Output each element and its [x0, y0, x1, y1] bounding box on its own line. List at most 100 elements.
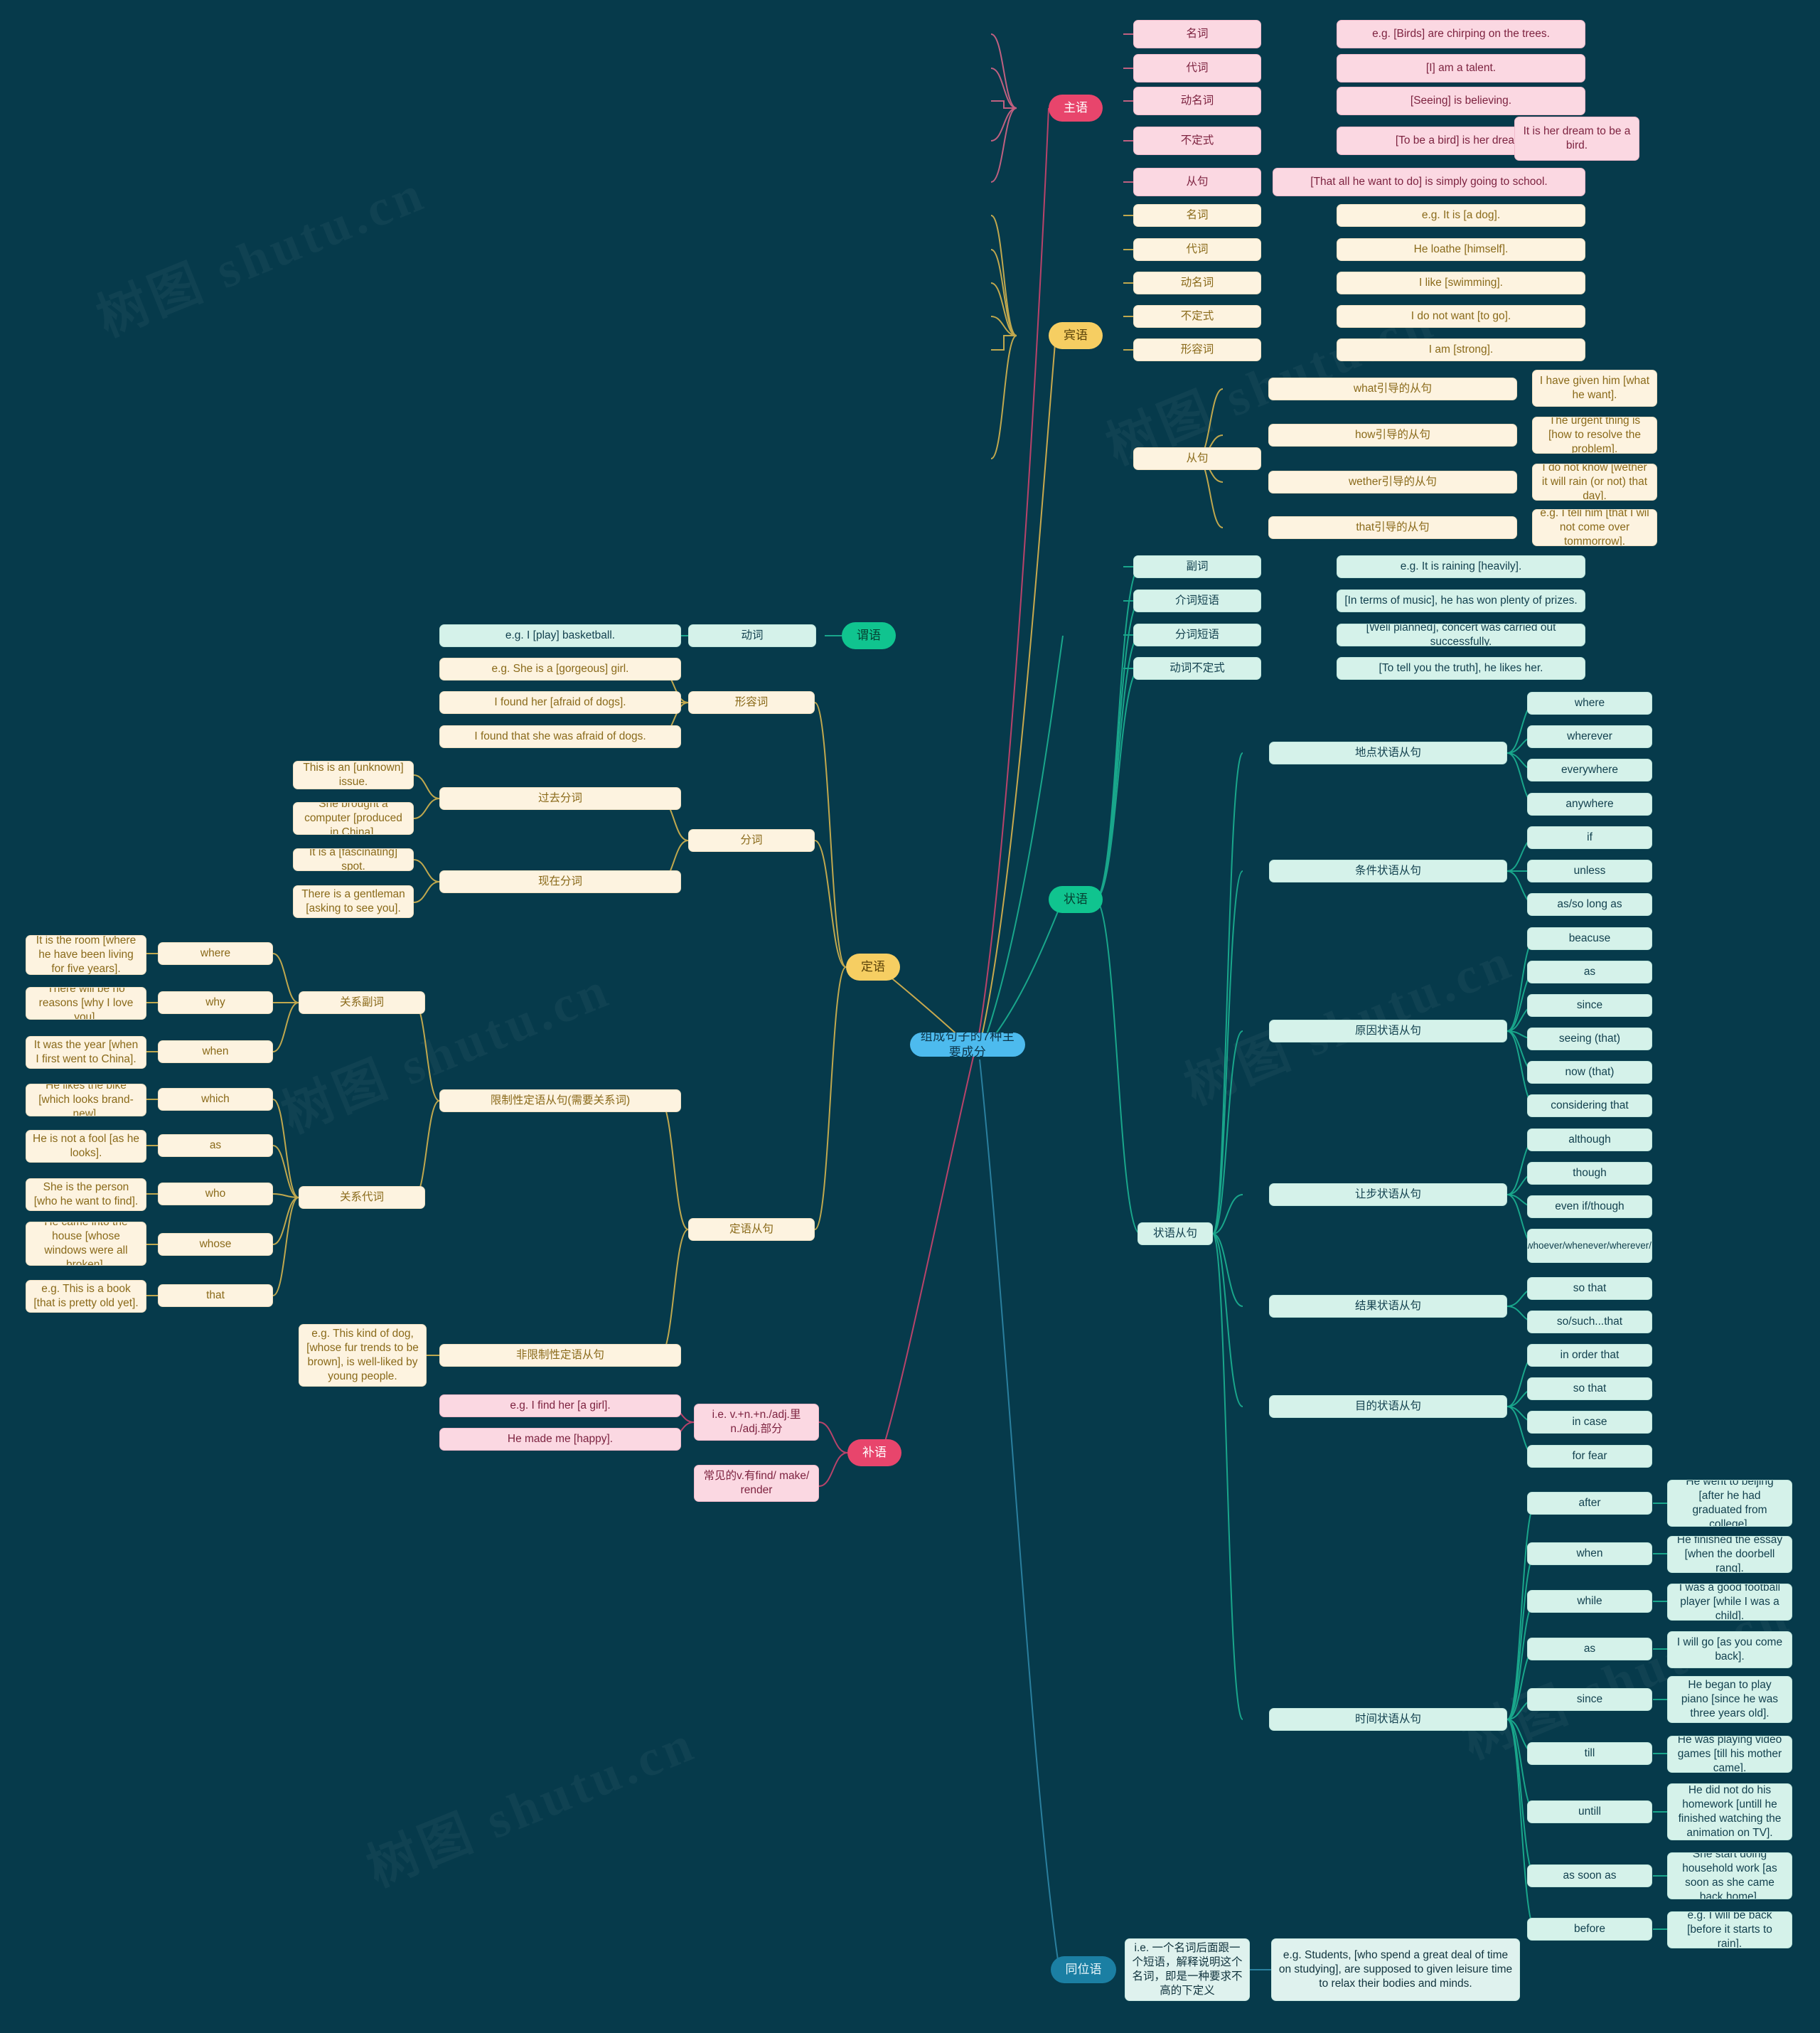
object-clause-example[interactable]: I have given him [what he want]. — [1532, 370, 1657, 407]
adverbial-clause-time-label[interactable]: 时间状语从句 — [1269, 1708, 1507, 1731]
nonrestrictive-clause-label[interactable]: 非限制性定语从句 — [439, 1344, 681, 1367]
relative-adverb-label[interactable]: 关系副词 — [299, 991, 425, 1014]
subject-example[interactable]: [That all he want to do] is simply going… — [1273, 168, 1585, 196]
adverbial-example[interactable]: [In terms of music], he has won plenty o… — [1337, 589, 1585, 612]
object-clause-label[interactable]: 从句 — [1133, 447, 1261, 470]
nonrestrictive-clause-example[interactable]: e.g. This kind of dog, [whose fur trends… — [299, 1324, 427, 1387]
time-clause-example[interactable]: He did not do his homework [untill he fi… — [1667, 1783, 1792, 1840]
branch-subject[interactable]: 主语 — [1049, 95, 1103, 122]
adverbial-clause-word[interactable]: considering that — [1527, 1094, 1652, 1117]
time-clause-example[interactable]: I was a good football player [while I wa… — [1667, 1584, 1792, 1621]
appositive-example[interactable]: e.g. Students, [who spend a great deal o… — [1271, 1938, 1520, 2001]
subject-type[interactable]: 从句 — [1133, 168, 1261, 196]
time-clause-example[interactable]: He went to beijing [after he had graduat… — [1667, 1480, 1792, 1527]
relative-pronoun-word[interactable]: as — [158, 1134, 273, 1157]
restrictive-clause-label[interactable]: 限制性定语从句(需要关系词) — [439, 1089, 681, 1112]
subject-example[interactable]: [I] am a talent. — [1337, 54, 1585, 82]
branch-predicate[interactable]: 谓语 — [842, 622, 896, 649]
subject-example[interactable]: e.g. [Birds] are chirping on the trees. — [1337, 20, 1585, 48]
object-clause-type[interactable]: what引导的从句 — [1268, 378, 1517, 400]
branch-attributive[interactable]: 定语 — [846, 954, 900, 981]
subject-type[interactable]: 名词 — [1133, 20, 1261, 48]
relative-adverb-word[interactable]: where — [158, 942, 273, 965]
subject-type[interactable]: 动名词 — [1133, 87, 1261, 115]
attributive-adjective-example[interactable]: I found her [afraid of dogs]. — [439, 691, 681, 714]
attributive-participle-label[interactable]: 分词 — [688, 829, 815, 852]
present-participle-label[interactable]: 现在分词 — [439, 870, 681, 893]
time-clause-word[interactable]: while — [1527, 1590, 1652, 1613]
adverbial-clause-group-label[interactable]: 地点状语从句 — [1269, 742, 1507, 764]
adverbial-clause-group-label[interactable]: 条件状语从句 — [1269, 860, 1507, 882]
adverbial-clause-word[interactable]: even if/though — [1527, 1195, 1652, 1218]
object-type[interactable]: 动名词 — [1133, 272, 1261, 294]
branch-appositive[interactable]: 同位语 — [1051, 1956, 1116, 1983]
past-participle-label[interactable]: 过去分词 — [439, 787, 681, 810]
attributive-adjective-example[interactable]: I found that she was afraid of dogs. — [439, 725, 681, 748]
relative-adverb-example[interactable]: There will be no reasons [why I love you… — [26, 987, 146, 1020]
complement-example[interactable]: e.g. I find her [a girl]. — [439, 1394, 681, 1417]
subject-example-extra[interactable]: It is her dream to be a bird. — [1514, 117, 1639, 161]
time-clause-word[interactable]: as soon as — [1527, 1864, 1652, 1887]
adverbial-clause-word[interactable]: in order that — [1527, 1344, 1652, 1367]
object-clause-example[interactable]: I do not know [wether it will rain (or n… — [1532, 464, 1657, 501]
branch-complement[interactable]: 补语 — [847, 1439, 901, 1466]
attributive-adjective-example[interactable]: e.g. She is a [gorgeous] girl. — [439, 658, 681, 681]
relative-pronoun-word[interactable]: that — [158, 1284, 273, 1307]
object-type[interactable]: 名词 — [1133, 204, 1261, 227]
adverbial-clause-word[interactable]: beacuse — [1527, 927, 1652, 950]
relative-pronoun-example[interactable]: e.g. This is a book [that is pretty old … — [26, 1280, 146, 1313]
adverbial-clause-word[interactable]: as — [1527, 961, 1652, 983]
adverbial-clause-word[interactable]: for fear — [1527, 1445, 1652, 1468]
time-clause-word[interactable]: before — [1527, 1918, 1652, 1941]
complement-note-verbs[interactable]: 常见的v.有find/ make/ render — [694, 1465, 819, 1502]
adverbial-clause-word[interactable]: since — [1527, 994, 1652, 1017]
complement-example[interactable]: He made me [happy]. — [439, 1428, 681, 1451]
adverbial-clause-word[interactable]: although — [1527, 1128, 1652, 1151]
time-clause-word[interactable]: as — [1527, 1638, 1652, 1660]
relative-pronoun-example[interactable]: He came into the house [whose windows we… — [26, 1222, 146, 1266]
relative-adverb-word[interactable]: when — [158, 1040, 273, 1063]
adverbial-type[interactable]: 副词 — [1133, 555, 1261, 578]
adverbial-clause-word[interactable]: if — [1527, 826, 1652, 849]
object-clause-type[interactable]: wether引导的从句 — [1268, 471, 1517, 493]
time-clause-example[interactable]: He finished the essay [when the doorbell… — [1667, 1536, 1792, 1573]
adverbial-clause-word[interactable]: anywhere — [1527, 793, 1652, 816]
present-participle-example[interactable]: It is a [fascinating] spot. — [293, 848, 414, 871]
relative-pronoun-example[interactable]: He is not a fool [as he looks]. — [26, 1130, 146, 1163]
object-example[interactable]: He loathe [himself]. — [1337, 238, 1585, 261]
root-node[interactable]: 组成句子的7种主要成分 — [910, 1032, 1025, 1057]
adverbial-clause-word[interactable]: unless — [1527, 860, 1652, 882]
subject-example[interactable]: [Seeing] is believing. — [1337, 87, 1585, 115]
object-clause-type[interactable]: how引导的从句 — [1268, 424, 1517, 447]
adverbial-example[interactable]: e.g. It is raining [heavily]. — [1337, 555, 1585, 578]
time-clause-example[interactable]: I will go [as you come back]. — [1667, 1631, 1792, 1668]
adverbial-clause-word[interactable]: everywhere — [1527, 759, 1652, 781]
time-clause-example[interactable]: She start doing household work [as soon … — [1667, 1852, 1792, 1899]
relative-pronoun-word[interactable]: which — [158, 1088, 273, 1111]
adverbial-clause-word[interactable]: so/such...that — [1527, 1311, 1652, 1333]
adverbial-clause-word[interactable]: so that — [1527, 1377, 1652, 1400]
adverbial-example[interactable]: [To tell you the truth], he likes her. — [1337, 657, 1585, 680]
adverbial-clause-word[interactable]: in case — [1527, 1411, 1652, 1434]
past-participle-example[interactable]: She brought a computer [produced in Chin… — [293, 802, 414, 835]
adverbial-clause-word[interactable]: so that — [1527, 1277, 1652, 1300]
predicate-verb-example[interactable]: e.g. I [play] basketball. — [439, 624, 681, 647]
time-clause-word[interactable]: since — [1527, 1688, 1652, 1711]
adverbial-clause-word[interactable]: whatever/whoever/whenever/wherever/which… — [1527, 1229, 1652, 1263]
relative-pronoun-label[interactable]: 关系代词 — [299, 1186, 425, 1209]
adverbial-clause-label[interactable]: 状语从句 — [1138, 1222, 1213, 1245]
adverbial-clause-word[interactable]: seeing (that) — [1527, 1028, 1652, 1050]
time-clause-example[interactable]: He began to play piano [since he was thr… — [1667, 1676, 1792, 1723]
attributive-adjective-label[interactable]: 形容词 — [688, 691, 815, 714]
adverbial-clause-word[interactable]: wherever — [1527, 725, 1652, 748]
appositive-definition[interactable]: i.e. 一个名词后面跟一个短语，解释说明这个名词，即是一种要求不高的下定义 — [1125, 1938, 1250, 2001]
relative-adverb-example[interactable]: It is the room [where he have been livin… — [26, 935, 146, 975]
adverbial-type[interactable]: 分词短语 — [1133, 624, 1261, 646]
object-clause-example[interactable]: e.g. I tell him [that I wil not come ove… — [1532, 509, 1657, 546]
present-participle-example[interactable]: There is a gentleman [asking to see you]… — [293, 885, 414, 918]
time-clause-word[interactable]: till — [1527, 1742, 1652, 1765]
adverbial-clause-group-label[interactable]: 目的状语从句 — [1269, 1395, 1507, 1418]
time-clause-word[interactable]: after — [1527, 1492, 1652, 1515]
branch-object[interactable]: 宾语 — [1049, 322, 1103, 349]
adverbial-type[interactable]: 介词短语 — [1133, 589, 1261, 612]
